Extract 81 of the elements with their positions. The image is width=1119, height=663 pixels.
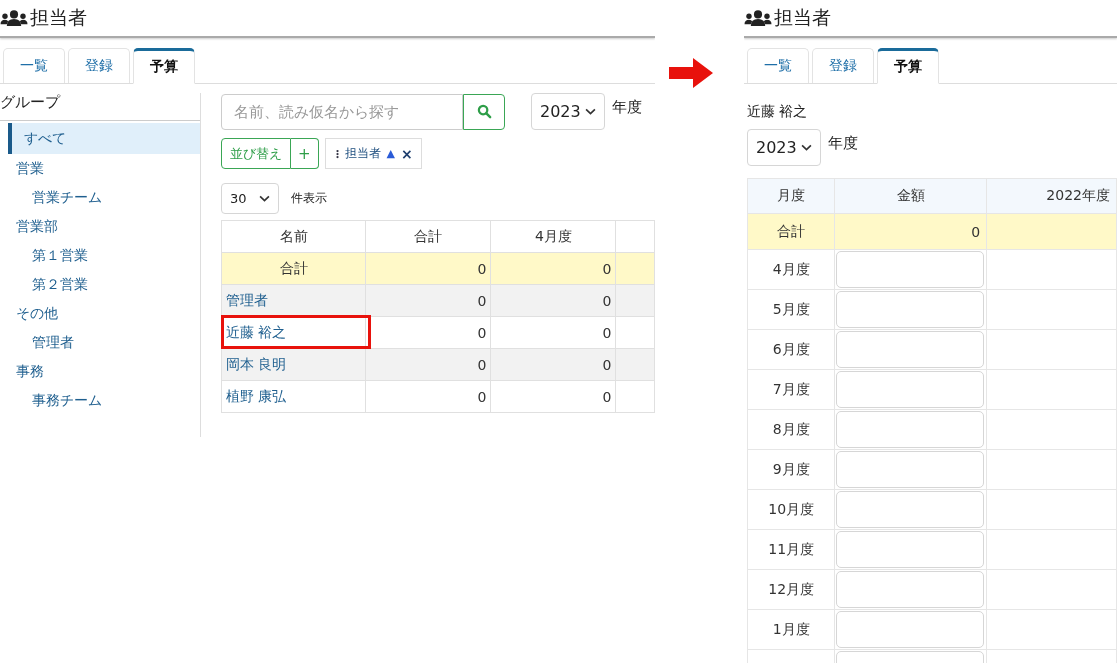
table-cell: 0 — [365, 252, 491, 285]
table-cell: 0 — [490, 380, 616, 413]
remove-chip[interactable]: × — [401, 145, 413, 162]
page-title: 担当者 — [774, 5, 831, 30]
group-item[interactable]: その他 — [0, 299, 200, 328]
table-cell: 0 — [490, 348, 616, 381]
tab[interactable]: 一覧 — [747, 48, 809, 83]
page-size-select[interactable]: 30 — [221, 183, 279, 214]
group-item[interactable]: 事務チーム — [0, 386, 200, 415]
column-header: 4月度 — [490, 220, 616, 253]
year-select[interactable]: 2023 — [531, 93, 605, 130]
table-cell: 0 — [490, 316, 616, 349]
table-cell: 8月度 — [747, 409, 835, 450]
sort-button[interactable]: 並び替え — [221, 138, 291, 169]
person-name: 近藤 裕之 — [747, 103, 809, 121]
table-cell: 12月度 — [747, 569, 835, 610]
table-cell: 7月度 — [747, 369, 835, 410]
group-item[interactable]: 営業 — [0, 154, 200, 183]
amount-field[interactable] — [836, 291, 985, 328]
table-cell: 合計 — [221, 252, 366, 285]
tab[interactable]: 一覧 — [3, 48, 65, 83]
amount-field[interactable] — [836, 251, 985, 288]
table-cell: 9月度 — [747, 449, 835, 490]
group-item[interactable]: すべて — [8, 123, 200, 154]
table-cell: 1月度 — [747, 609, 835, 650]
column-header: 名前 — [221, 220, 366, 253]
table-cell: 0 — [365, 284, 491, 317]
group-item[interactable]: 管理者 — [0, 328, 200, 357]
table-cell: 10月度 — [747, 489, 835, 530]
tab[interactable]: 登録 — [812, 48, 874, 83]
name-link[interactable]: 管理者 — [226, 291, 268, 308]
table-cell: 5月度 — [747, 289, 835, 330]
group-item[interactable]: 営業部 — [0, 212, 200, 241]
table-cell: 4月度 — [747, 249, 835, 290]
amount-field[interactable] — [836, 491, 985, 528]
table-cell: 0 — [490, 284, 616, 317]
table-cell: 0 — [365, 380, 491, 413]
group-item[interactable]: 第２営業 — [0, 270, 200, 299]
group-item[interactable]: 営業チーム — [0, 183, 200, 212]
column-header: 金額 — [834, 178, 987, 214]
add-sort-button[interactable]: + — [291, 138, 319, 169]
column-header: 月度 — [747, 178, 835, 214]
group-item[interactable]: 事務 — [0, 357, 200, 386]
sidebar-title: グループ — [0, 93, 200, 121]
amount-field[interactable] — [836, 371, 985, 408]
amount-field[interactable] — [836, 451, 985, 488]
amount-field[interactable] — [836, 331, 985, 368]
tab[interactable]: 予算 — [877, 48, 939, 84]
amount-field[interactable] — [836, 411, 985, 448]
chevron-icon — [258, 195, 270, 202]
amount-field[interactable] — [836, 611, 985, 648]
table-cell: 合計 — [747, 213, 835, 250]
search-button[interactable] — [463, 93, 505, 130]
sort-chip[interactable]: 担当者 ▲ × — [324, 138, 422, 169]
table-cell: 0 — [365, 348, 491, 381]
amount-field[interactable] — [836, 571, 985, 608]
year-select[interactable]: 2023 — [747, 129, 821, 166]
table-cell: 11月度 — [747, 529, 835, 570]
users-icon — [744, 9, 772, 27]
group-item[interactable]: 第１営業 — [0, 241, 200, 270]
users-icon — [0, 9, 28, 27]
drag-handle-icon — [335, 148, 339, 159]
table-cell: 0 — [490, 252, 616, 285]
tab[interactable]: 予算 — [133, 48, 195, 84]
chevron-icon — [584, 108, 596, 115]
tab[interactable]: 登録 — [68, 48, 130, 83]
column-header: 2022年度 — [986, 178, 1117, 214]
page-size-label: 件表示 — [290, 190, 327, 207]
column-header: 合計 — [365, 220, 491, 253]
table-cell: 6月度 — [747, 329, 835, 370]
page-title: 担当者 — [30, 5, 87, 30]
amount-field[interactable] — [836, 531, 985, 568]
search-field[interactable]: 名前、読み仮名から探す — [221, 93, 463, 130]
arrow-icon — [669, 58, 713, 88]
year-label: 年度 — [611, 98, 642, 117]
search-icon — [476, 104, 492, 119]
sort-direction[interactable]: ▲ — [386, 147, 396, 160]
year-label: 年度 — [827, 134, 858, 153]
table-cell: 0 — [834, 213, 987, 250]
chip-label: 担当者 — [344, 145, 381, 162]
chevron-icon — [800, 144, 812, 151]
